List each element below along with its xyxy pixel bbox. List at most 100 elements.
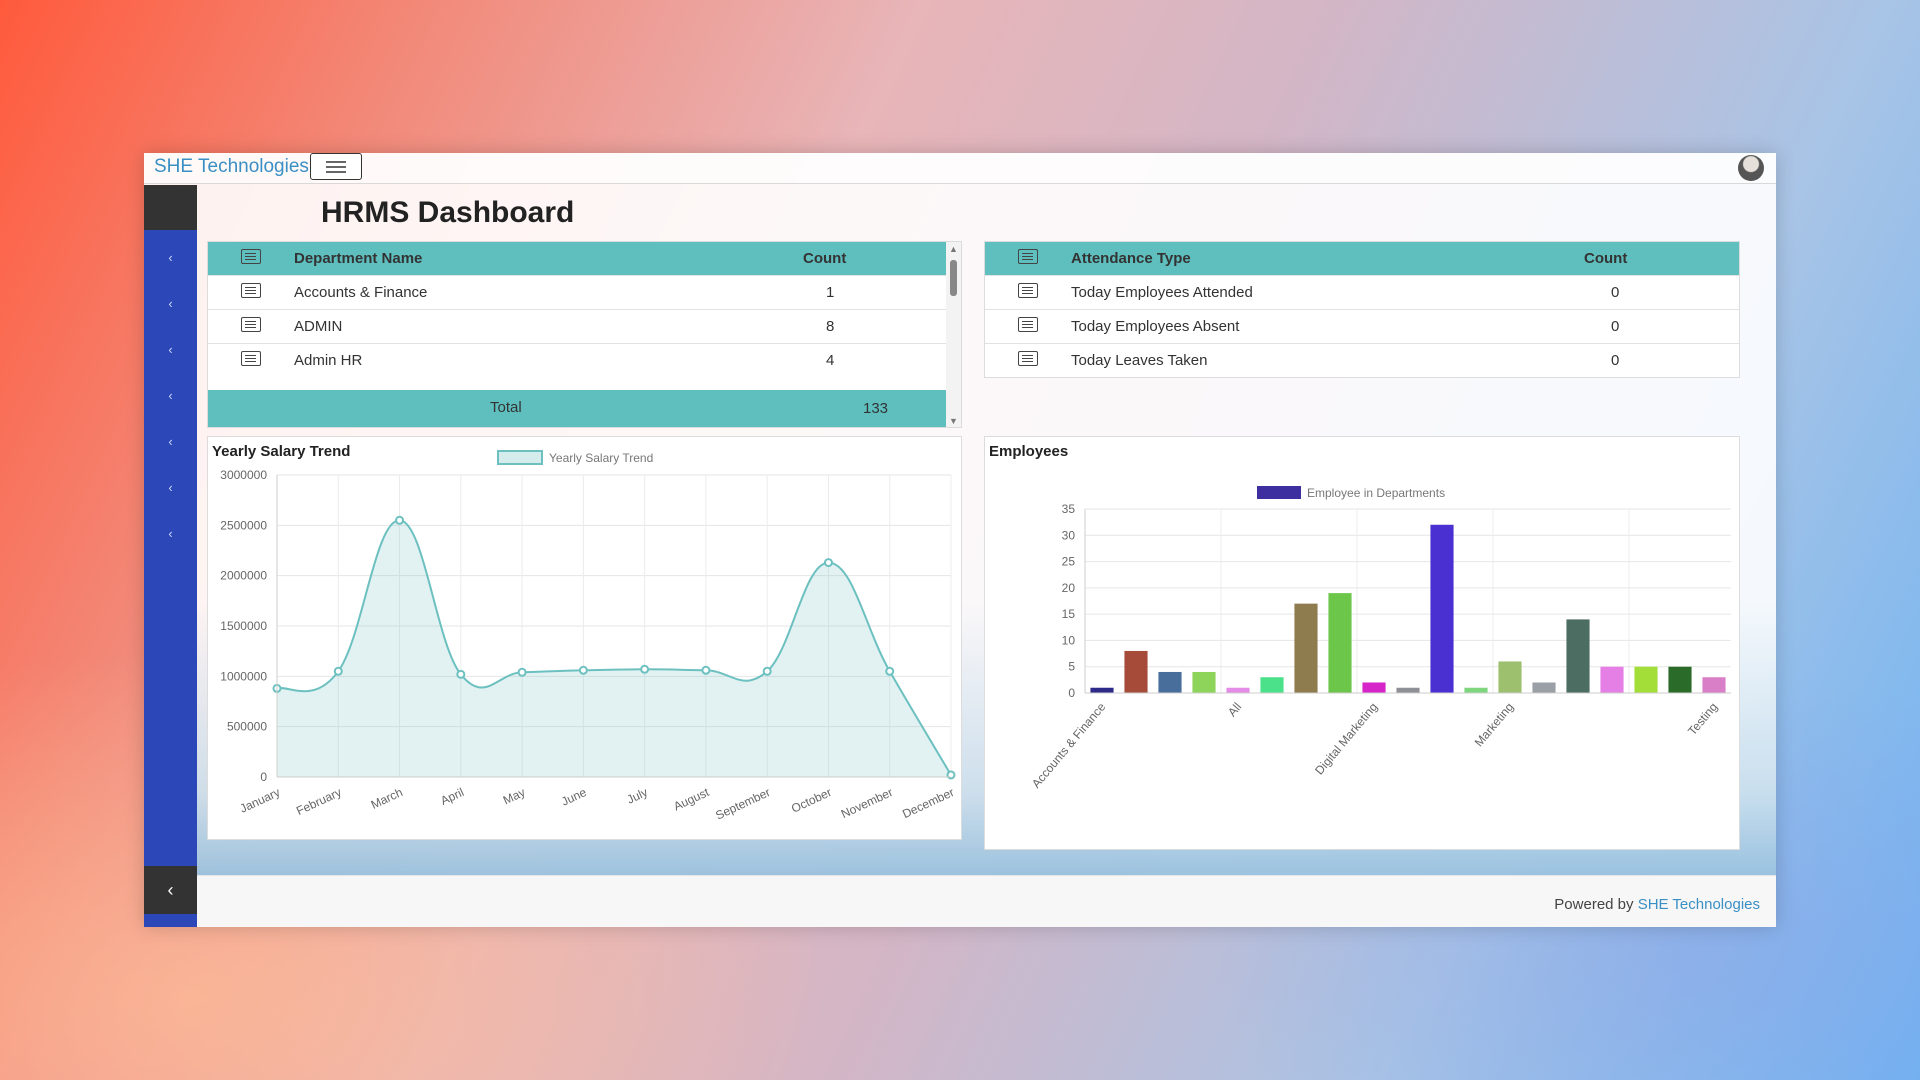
department-table: Department Name Count Accounts & Finance… xyxy=(208,242,948,377)
data-point xyxy=(762,666,772,676)
bar xyxy=(1566,619,1590,693)
department-count: 8 xyxy=(803,308,948,343)
y-tick-label: 25 xyxy=(1062,555,1076,569)
department-name: Admin HR xyxy=(294,342,803,377)
sidebar-item-4[interactable]: ‹ xyxy=(144,381,197,411)
data-point xyxy=(701,665,711,675)
x-tick-label: December xyxy=(900,785,956,821)
sidebar-item-7[interactable]: ‹ xyxy=(144,519,197,549)
employees-bar-chart: Employee in Departments 0 5 10 15 20 25 30 35 Acc… xyxy=(1029,486,1731,791)
sidebar-item-1[interactable]: ‹ xyxy=(144,243,197,273)
y-tick-label: 500000 xyxy=(227,720,267,734)
attendance-type: Today Employees Absent xyxy=(1071,308,1584,343)
attendance-count-header: Count xyxy=(1584,242,1739,275)
footer-credit: Powered by SHE Technologies xyxy=(1554,896,1760,913)
sidebar-item-2[interactable]: ‹ xyxy=(144,289,197,319)
y-tick-label: 0 xyxy=(1068,686,1075,700)
top-navbar: SHE Technologies xyxy=(144,153,1776,184)
bar xyxy=(1600,666,1624,693)
bar xyxy=(1702,677,1726,693)
bar xyxy=(1328,593,1352,693)
department-table-panel: Department Name Count Accounts & Finance… xyxy=(207,241,962,428)
bar xyxy=(1226,687,1250,693)
y-tick-label: 10 xyxy=(1062,633,1076,647)
salary-trend-panel: Yearly Salary Trend Yearly Salary Trend 0… xyxy=(207,436,962,840)
data-point xyxy=(823,558,833,568)
y-tick-label: 30 xyxy=(1062,528,1076,542)
row-icon xyxy=(1018,316,1038,332)
attendance-type: Today Employees Attended xyxy=(1071,274,1584,309)
data-point xyxy=(578,665,588,675)
footer: Powered by SHE Technologies xyxy=(197,875,1776,927)
sidebar-item-3[interactable]: ‹ xyxy=(144,335,197,365)
bar xyxy=(1260,677,1284,693)
bar xyxy=(1464,687,1488,693)
bar xyxy=(1192,671,1216,693)
salary-trend-chart: Yearly Salary Trend 0 500000 1000000 1500000… xyxy=(220,450,956,823)
y-tick-label: 35 xyxy=(1062,502,1076,516)
brand-link[interactable]: SHE Technologies xyxy=(154,156,309,178)
bar xyxy=(1124,650,1148,693)
footer-link[interactable]: SHE Technologies xyxy=(1638,896,1760,913)
x-tick-label: All xyxy=(1225,700,1244,719)
table-icon xyxy=(1018,248,1038,264)
row-icon xyxy=(241,350,261,366)
x-tick-label: Digital Marketing xyxy=(1312,700,1380,777)
department-name-header: Department Name xyxy=(294,242,803,275)
table-row[interactable]: Accounts & Finance 1 xyxy=(208,274,948,309)
scroll-down-icon[interactable]: ▼ xyxy=(949,416,958,426)
department-count: 1 xyxy=(803,274,948,309)
data-point xyxy=(333,666,343,676)
bar xyxy=(1532,682,1556,693)
hamburger-menu-button[interactable] xyxy=(310,153,362,180)
department-table-scrollbar[interactable]: ▲ ▼ xyxy=(946,242,961,427)
x-tick-label: Testing xyxy=(1685,700,1720,738)
attendance-type: Today Leaves Taken xyxy=(1071,342,1584,377)
row-icon xyxy=(241,282,261,298)
sidebar-header xyxy=(144,185,197,230)
user-avatar[interactable] xyxy=(1738,155,1764,181)
bar xyxy=(1668,666,1692,693)
hamburger-icon-line xyxy=(326,166,346,168)
department-total-row: Total 133 xyxy=(208,390,948,427)
row-icon xyxy=(241,316,261,332)
y-tick-label: 2000000 xyxy=(220,569,267,583)
data-point xyxy=(640,664,650,674)
bar xyxy=(1090,687,1114,693)
data-point xyxy=(885,666,895,676)
legend-swatch xyxy=(1257,486,1301,499)
scroll-thumb[interactable] xyxy=(950,260,957,296)
sidebar-item-5[interactable]: ‹ xyxy=(144,427,197,457)
row-icon xyxy=(1018,282,1038,298)
table-row[interactable]: ADMIN 8 xyxy=(208,308,948,343)
table-row[interactable]: Today Employees Absent 0 xyxy=(985,308,1739,343)
attendance-count: 0 xyxy=(1584,308,1739,343)
area-fill xyxy=(277,520,951,777)
data-point xyxy=(395,515,405,525)
x-tick-label: Accounts & Finance xyxy=(1029,700,1109,791)
x-tick-label: June xyxy=(559,785,589,809)
department-count-header: Count xyxy=(803,242,948,275)
sidebar-collapse-button[interactable]: ‹ xyxy=(144,866,197,914)
x-tick-label: April xyxy=(438,785,466,808)
table-row[interactable]: Today Employees Attended 0 xyxy=(985,274,1739,309)
attendance-table-panel: Attendance Type Count Today Employees At… xyxy=(984,241,1740,378)
bar xyxy=(1294,603,1318,693)
bar xyxy=(1634,666,1658,693)
x-tick-label: Marketing xyxy=(1472,700,1517,749)
y-tick-label: 3000000 xyxy=(220,468,267,482)
table-row[interactable]: Admin HR 4 xyxy=(208,342,948,377)
legend-swatch xyxy=(497,450,543,465)
scroll-up-icon[interactable]: ▲ xyxy=(949,244,958,254)
sidebar: ‹ ‹ ‹ ‹ ‹ ‹ ‹ ‹ xyxy=(144,185,197,927)
sidebar-item-6[interactable]: ‹ xyxy=(144,473,197,503)
x-tick-label: July xyxy=(625,785,650,807)
table-row[interactable]: Today Leaves Taken 0 xyxy=(985,342,1739,377)
bar xyxy=(1396,687,1420,693)
x-tick-label: August xyxy=(671,785,711,814)
department-count: 4 xyxy=(803,342,948,377)
bar xyxy=(1158,671,1182,693)
app-window: SHE Technologies ‹ ‹ ‹ ‹ ‹ ‹ ‹ ‹ HRMS Da… xyxy=(144,153,1776,927)
y-tick-label: 2500000 xyxy=(220,518,267,532)
x-tick-label: May xyxy=(501,785,527,807)
